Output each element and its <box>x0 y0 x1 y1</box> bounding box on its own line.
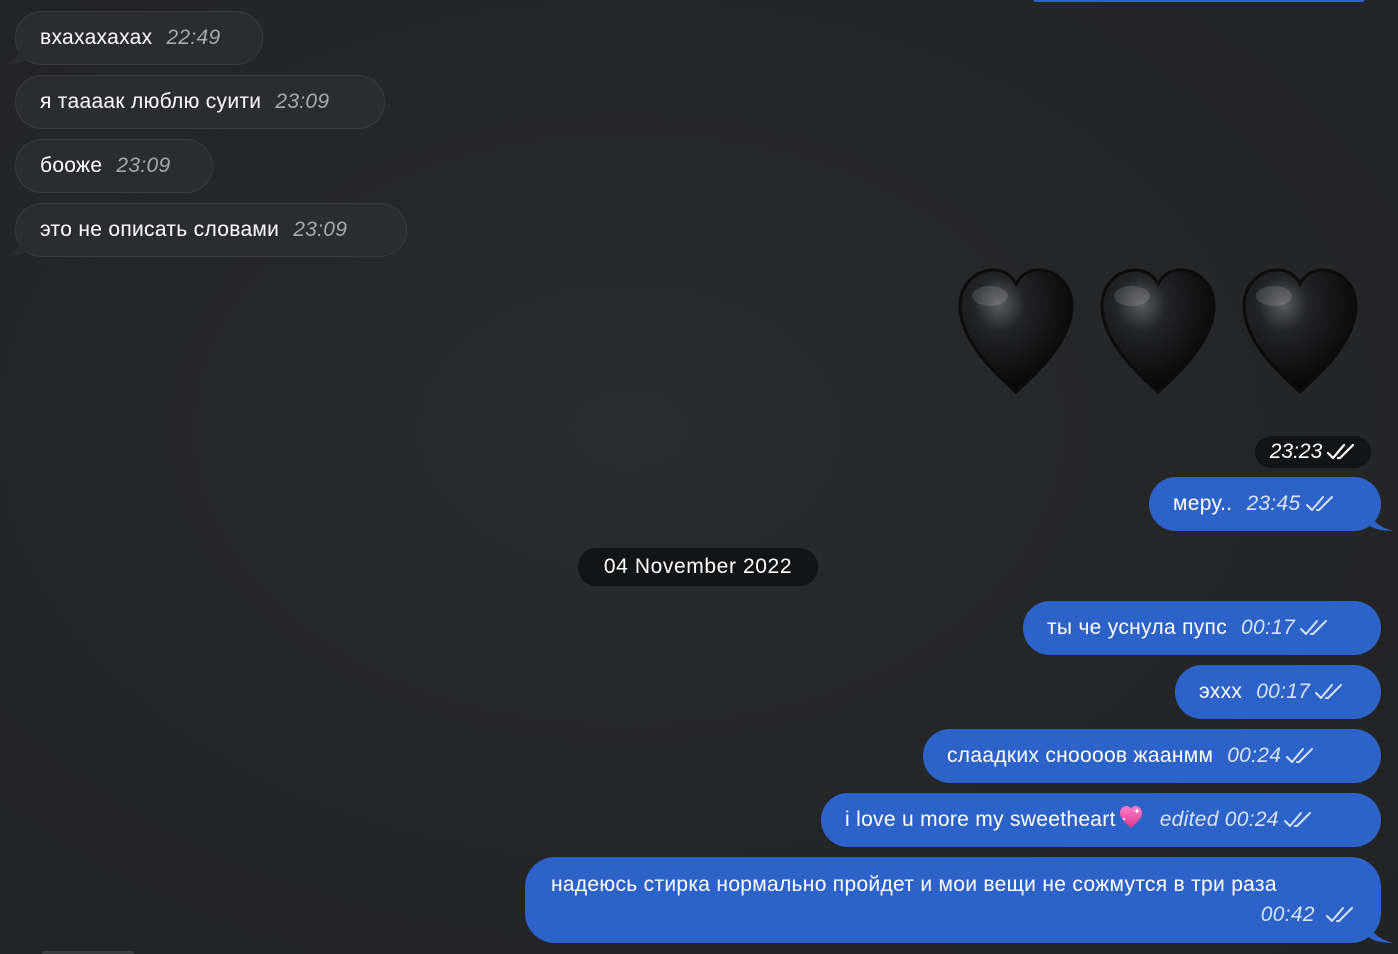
black-hearts-sticker[interactable] <box>950 262 1372 396</box>
message-time: 00:24 <box>1227 744 1282 767</box>
message-text: я таааак люблю суити <box>40 90 262 113</box>
message-time: 00:24 <box>1224 808 1279 831</box>
bubble-tail <box>1369 921 1393 943</box>
black-heart-icon <box>958 268 1074 394</box>
message-time: 23:45 <box>1246 492 1301 515</box>
message-text: надеюсь стирка нормально пройдет и мои в… <box>551 873 1277 896</box>
chat-history[interactable]: вхахахахах 22:49 я таааак люблю суити 23… <box>0 0 1398 954</box>
date-label: 04 November 2022 <box>603 555 793 578</box>
outgoing-message[interactable]: слаадких сноооов жаанмм 00:24 <box>923 729 1381 783</box>
message-time: 23:23 <box>1269 440 1323 463</box>
message-time: 00:17 <box>1256 680 1311 703</box>
outgoing-message[interactable]: надеюсь стирка нормально пройдет и мои в… <box>525 857 1393 943</box>
incoming-message[interactable]: я таааак люблю суити 23:09 <box>15 75 385 129</box>
message-time: 23:09 <box>293 218 348 241</box>
double-check-icon <box>1305 496 1333 511</box>
bubble-tail <box>6 45 28 65</box>
message-time: 23:09 <box>116 154 171 177</box>
outgoing-message[interactable]: эххх 00:17 <box>1175 665 1381 719</box>
message-text: слаадких сноооов жаанмм <box>947 744 1214 767</box>
sparkling-heart-icon <box>1119 806 1142 828</box>
message-text: ты че уснула пупс <box>1047 616 1228 639</box>
edited-label: edited <box>1159 808 1219 831</box>
message-text: эххх <box>1199 680 1243 703</box>
sticker-time-badge: 23:23 <box>1255 436 1371 468</box>
incoming-message[interactable]: бооже 23:09 <box>15 139 213 193</box>
message-time: 23:09 <box>275 90 330 113</box>
double-check-icon <box>1286 748 1314 763</box>
message-time: 22:49 <box>166 26 221 49</box>
outgoing-message[interactable]: i love u more my sweetheart edited 00:24 <box>821 793 1381 847</box>
outgoing-message[interactable]: меру.. 23:45 <box>1149 477 1393 531</box>
incoming-message[interactable]: вхахахахах 22:49 <box>6 11 263 65</box>
bubble-tail <box>1369 509 1393 531</box>
message-text: это не описать словами <box>40 218 280 241</box>
previous-message-edge <box>1033 0 1365 2</box>
double-check-icon <box>1326 907 1353 923</box>
double-check-icon <box>1300 620 1328 635</box>
double-check-icon <box>1315 684 1343 699</box>
message-meta: 00:42 <box>1261 903 1355 927</box>
date-separator: 04 November 2022 <box>578 548 818 586</box>
black-heart-icon <box>1242 268 1358 394</box>
black-heart-icon <box>1100 268 1216 394</box>
double-check-icon <box>1327 443 1355 460</box>
double-check-icon <box>1283 812 1311 827</box>
incoming-message[interactable]: это не описать словами 23:09 <box>6 203 407 257</box>
message-text: меру.. <box>1173 492 1233 515</box>
outgoing-message[interactable]: ты че уснула пупс 00:17 <box>1023 601 1381 655</box>
message-time: 00:42 <box>1260 903 1315 926</box>
bubble-tail <box>6 237 28 257</box>
message-text: бооже <box>40 154 103 177</box>
message-text: i love u more my sweetheart <box>845 808 1116 831</box>
message-time: 00:17 <box>1241 616 1296 639</box>
message-text: вхахахахах <box>40 26 153 49</box>
